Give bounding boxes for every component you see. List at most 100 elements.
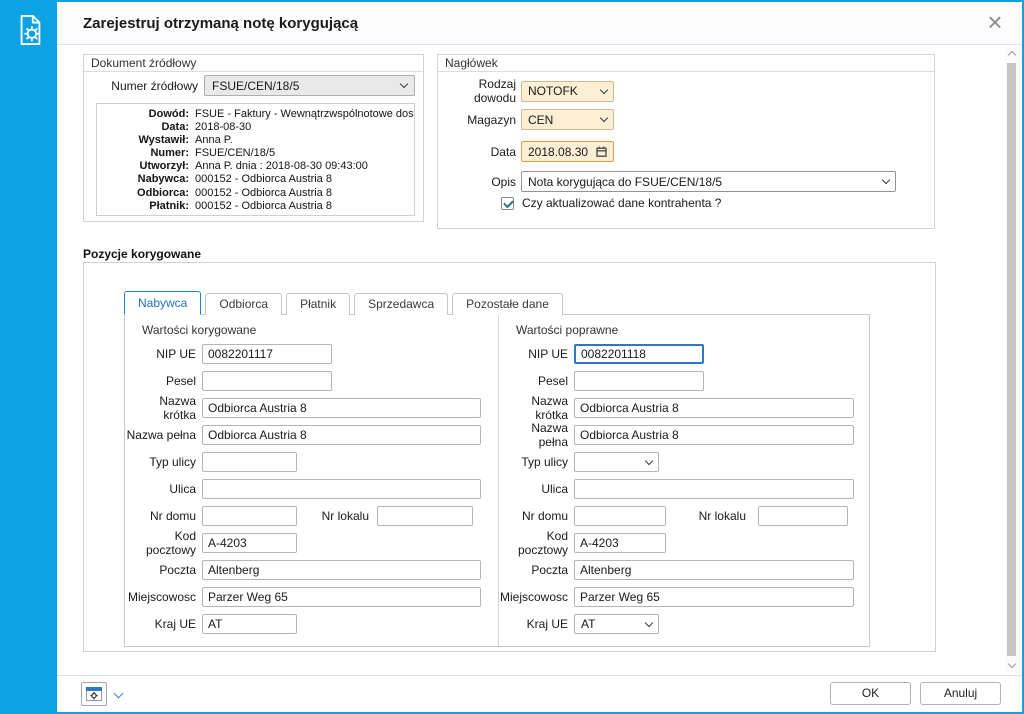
nr-lokalu-input-correct[interactable]: [758, 506, 848, 526]
tab-pozostale-dane[interactable]: Pozostałe dane: [452, 293, 563, 315]
nazwa-krotka-input-correct[interactable]: [574, 398, 854, 418]
nip-ue-label: NIP UE: [499, 347, 568, 361]
info-value: Anna P.: [195, 134, 233, 147]
info-label: Dowód:: [103, 108, 189, 121]
vertical-scrollbar[interactable]: [1005, 48, 1019, 673]
doc-type-value: NOTOFK: [528, 84, 578, 98]
nazwa-krotka-label: Nazwa krótka: [499, 394, 568, 422]
nr-domu-input-corrected[interactable]: [202, 506, 297, 526]
warehouse-label: Magazyn: [438, 113, 516, 127]
dialog-window: Zarejestruj otrzymaną notę korygującą × …: [0, 0, 1024, 714]
miejscowosc-input-correct[interactable]: [574, 587, 854, 607]
info-label: Utworzył:: [103, 160, 189, 173]
corrected-column-title: Wartości korygowane: [142, 323, 498, 337]
nazwa-krotka-input-corrected[interactable]: [202, 398, 481, 418]
pesel-input-corrected[interactable]: [202, 371, 332, 391]
scroll-down-icon[interactable]: [1008, 660, 1016, 668]
nip-ue-input-correct[interactable]: [574, 344, 704, 364]
source-number-value: FSUE/CEN/18/5: [212, 79, 299, 93]
miejscowosc-label: Miejscowosc: [125, 590, 196, 604]
description-value: Nota korygująca do FSUE/CEN/18/5: [528, 175, 722, 189]
document-gear-icon: [2, 2, 57, 57]
poczta-input-corrected[interactable]: [202, 560, 481, 580]
kod-pocztowy-label: Kod pocztowy: [499, 529, 568, 557]
header-group: Nagłówek Rodzaj dowodu NOTOFK Magazyn CE…: [437, 54, 935, 229]
nazwa-pelna-input-correct[interactable]: [574, 425, 854, 445]
chevron-down-icon: [600, 114, 608, 122]
tab-content: Wartości korygowane NIP UE Pesel Nazwa k…: [124, 314, 870, 647]
doc-type-label: Rodzaj dowodu: [438, 77, 516, 105]
header-group-title: Nagłówek: [438, 55, 934, 72]
kod-pocztowy-label: Kod pocztowy: [125, 529, 196, 557]
info-label: Numer:: [103, 147, 189, 160]
tab-nabywca[interactable]: Nabywca: [124, 291, 201, 315]
window-settings-button[interactable]: [81, 682, 107, 706]
update-contractor-label: Czy aktualizować dane kontrahenta ?: [522, 196, 721, 210]
typ-ulicy-select-correct[interactable]: [574, 452, 659, 472]
pesel-label: Pesel: [125, 374, 196, 388]
date-input[interactable]: 2018.08.30: [521, 141, 614, 162]
ulica-label: Ulica: [125, 482, 196, 496]
nazwa-pelna-input-corrected[interactable]: [202, 425, 481, 445]
cancel-button[interactable]: Anuluj: [920, 682, 1001, 705]
typ-ulicy-label: Typ ulicy: [125, 455, 196, 469]
nr-domu-label: Nr domu: [125, 509, 196, 523]
nip-ue-input-corrected[interactable]: [202, 344, 332, 364]
info-value: Anna P. dnia : 2018-08-30 09:43:00: [195, 160, 368, 173]
kraj-ue-label: Kraj UE: [499, 617, 568, 631]
tab-odbiorca[interactable]: Odbiorca: [205, 293, 282, 315]
source-number-label: Numer źródłowy: [88, 79, 198, 93]
doc-type-select[interactable]: NOTOFK: [521, 81, 614, 102]
nazwa-pelna-label: Nazwa pełna: [125, 428, 196, 442]
dialog-title: Zarejestruj otrzymaną notę korygującą: [83, 15, 358, 32]
kod-pocztowy-input-correct[interactable]: [574, 533, 666, 553]
source-info-panel: Dowód:FSUE - Faktury - Wewnątrzwspólnoto…: [96, 103, 415, 216]
ulica-input-correct[interactable]: [574, 479, 854, 499]
chevron-down-icon: [645, 456, 653, 464]
warehouse-select[interactable]: CEN: [521, 109, 614, 130]
description-combo[interactable]: Nota korygująca do FSUE/CEN/18/5: [521, 171, 896, 192]
nr-lokalu-label: Nr lokalu: [690, 509, 746, 523]
typ-ulicy-input-corrected[interactable]: [202, 452, 297, 472]
tab-platnik[interactable]: Płatnik: [286, 293, 350, 315]
info-label: Nabywca:: [103, 173, 189, 186]
source-number-select[interactable]: FSUE/CEN/18/5: [204, 75, 415, 96]
nr-domu-label: Nr domu: [499, 509, 568, 523]
pesel-input-correct[interactable]: [574, 371, 704, 391]
nr-lokalu-input-corrected[interactable]: [377, 506, 473, 526]
corrected-values-column: Wartości korygowane NIP UE Pesel Nazwa k…: [125, 315, 499, 646]
titlebar: Zarejestruj otrzymaną notę korygującą: [57, 2, 1022, 45]
nr-lokalu-label: Nr lokalu: [309, 509, 369, 523]
nr-domu-input-correct[interactable]: [574, 506, 666, 526]
scroll-up-icon[interactable]: [1008, 51, 1016, 59]
update-contractor-checkbox[interactable]: [501, 197, 514, 210]
poczta-label: Poczta: [125, 563, 196, 577]
typ-ulicy-label: Typ ulicy: [499, 455, 568, 469]
kod-pocztowy-input-corrected[interactable]: [202, 533, 297, 553]
close-button[interactable]: ×: [980, 8, 1010, 38]
miejscowosc-input-corrected[interactable]: [202, 587, 481, 607]
tab-sprzedawca[interactable]: Sprzedawca: [354, 293, 448, 315]
tab-strip: Nabywca Odbiorca Płatnik Sprzedawca Pozo…: [124, 291, 567, 315]
dialog-content: Dokument źródłowy Numer źródłowy FSUE/CE…: [57, 46, 1022, 675]
ok-button[interactable]: OK: [830, 682, 911, 705]
warehouse-value: CEN: [528, 113, 553, 127]
correct-column-title: Wartości poprawne: [516, 323, 869, 337]
scrollbar-thumb[interactable]: [1007, 63, 1016, 656]
footer-bar: OK Anuluj: [57, 675, 1022, 712]
kraj-ue-value: AT: [581, 617, 595, 631]
poczta-label: Poczta: [499, 563, 568, 577]
kraj-ue-select-correct[interactable]: AT: [574, 614, 659, 634]
kraj-ue-input-corrected[interactable]: [202, 614, 297, 634]
info-label: Odbiorca:: [103, 187, 189, 200]
ulica-input-corrected[interactable]: [202, 479, 481, 499]
settings-dropdown-chevron-icon[interactable]: [114, 689, 124, 699]
info-value: 2018-08-30: [195, 121, 251, 134]
poczta-input-correct[interactable]: [574, 560, 854, 580]
info-value: 000152 - Odbiorca Austria 8: [195, 173, 332, 186]
chevron-down-icon: [645, 618, 653, 626]
date-value: 2018.08.30: [528, 145, 588, 159]
info-label: Płatnik:: [103, 200, 189, 213]
source-document-group: Dokument źródłowy Numer źródłowy FSUE/CE…: [83, 54, 424, 222]
ulica-label: Ulica: [499, 482, 568, 496]
